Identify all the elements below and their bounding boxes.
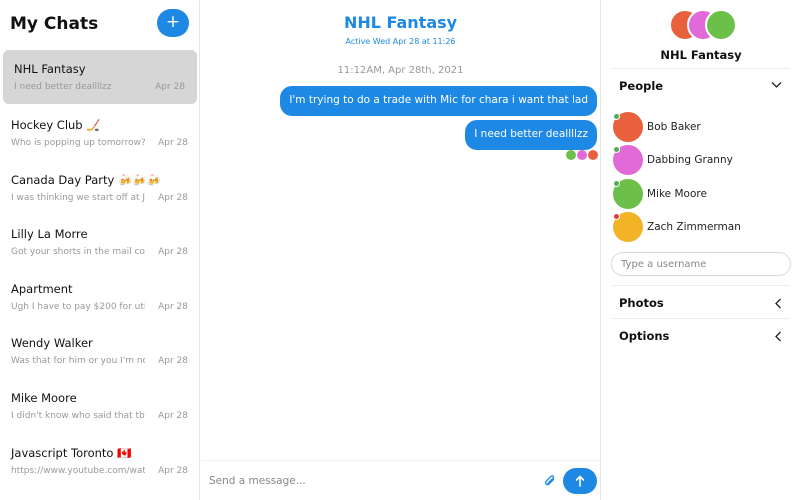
chat-name: Javascript Toronto 🇨🇦: [11, 445, 132, 460]
options-section: Options: [612, 318, 790, 352]
chat-sidebar: My Chats + NHL Fantasy I need better deal…: [0, 0, 200, 500]
photos-label: Photos: [619, 296, 664, 310]
chat-name: NHL Fantasy: [14, 62, 86, 76]
username-input[interactable]: [611, 252, 791, 276]
chat-date: Apr 28: [155, 82, 185, 92]
options-section-header[interactable]: Options: [612, 318, 790, 352]
read-receipt-avatar: [588, 150, 598, 160]
person-name: Mike Moore: [647, 187, 707, 200]
person-item[interactable]: Dabbing Granny: [601, 143, 800, 176]
chat-date: Apr 28: [158, 301, 188, 312]
chat-list: NHL Fantasy I need better deallllzz Apr 28…: [0, 50, 200, 486]
message-input[interactable]: [209, 467, 529, 495]
chat-title: NHL Fantasy: [343, 13, 458, 32]
chat-preview: I was thinking we start off at Jo: [11, 192, 145, 203]
read-receipt-avatar: [577, 150, 587, 160]
chat-name: Wendy Walker: [11, 336, 93, 351]
chat-name: Canada Day Party 🍻🍻🍻: [11, 172, 161, 187]
person-item[interactable]: Zach Zimmerman: [601, 210, 800, 243]
options-label: Options: [619, 329, 670, 343]
paperclip-icon[interactable]: [543, 473, 557, 489]
chat-list-item[interactable]: Hockey Club 🏒 Who is popping up tomorrow?…: [0, 104, 200, 159]
status-dot: [613, 113, 620, 120]
status-dot: [613, 179, 620, 187]
read-receipts: [566, 150, 598, 162]
person-item[interactable]: Bob Baker: [601, 110, 800, 143]
people-section: People: [612, 68, 790, 102]
send-button[interactable]: [563, 468, 597, 494]
chat-preview: Who is popping up tomorrow?: [11, 138, 145, 148]
chat-date: Apr 28: [158, 192, 188, 203]
message-composer: [201, 460, 600, 500]
person-item[interactable]: Mike Moore: [601, 177, 800, 210]
chat-main: NHL Fantasy Active Wed Apr 28 at 11:26 1…: [201, 0, 701, 500]
chat-list-item[interactable]: Mike Moore I didn't know who said that tb…: [0, 377, 200, 432]
new-chat-button[interactable]: +: [157, 9, 189, 37]
message-bubble[interactable]: I'm trying to do a trade with Mic for ch…: [280, 86, 597, 116]
chat-preview: Got your shorts in the mail con: [11, 247, 145, 258]
read-receipt-avatar: [566, 150, 576, 160]
chat-date: Apr 28: [158, 356, 188, 367]
message-timestamp: 11:12AM, Apr 28th, 2021: [337, 65, 464, 76]
chat-preview: I didn't know who said that tbh: [11, 410, 145, 421]
avatar: [705, 9, 737, 41]
chat-preview: Ugh I have to pay $200 for utili: [11, 301, 145, 312]
chevron-left-icon: [775, 298, 781, 309]
photos-section-header[interactable]: Photos: [612, 285, 790, 319]
status-dot: [613, 212, 620, 220]
sidebar-header: My Chats +: [0, 0, 200, 50]
chat-name: Apartment: [11, 281, 73, 296]
chat-date: Apr 28: [158, 247, 188, 258]
chat-date: Apr 28: [158, 410, 188, 421]
chat-list-item[interactable]: Lilly La Morre Got your shorts in the mai…: [0, 213, 200, 268]
person-name: Bob Baker: [647, 121, 701, 133]
chat-preview: I need better deallllzz: [14, 82, 112, 92]
sidebar-title: My Chats: [10, 14, 99, 34]
people-list: Bob Baker Dabbing Granny Mike Moore Zach Zi…: [601, 110, 800, 243]
chat-preview: https://www.youtube.com/watc: [11, 465, 145, 476]
chat-preview: Was that for him or you I'm not: [11, 356, 145, 367]
arrow-up-icon: [575, 475, 585, 487]
person-name: Zach Zimmerman: [647, 220, 741, 233]
chat-list-item[interactable]: Canada Day Party 🍻🍻🍻 I was thinking we st…: [0, 159, 200, 214]
people-label: People: [619, 79, 664, 93]
chat-list-item[interactable]: NHL Fantasy I need better deallllzz Apr 28: [3, 50, 197, 104]
people-section-header[interactable]: People: [612, 68, 790, 102]
chevron-down-icon: [771, 82, 782, 88]
chat-list-item[interactable]: Wendy Walker Was that for him or you I'm …: [0, 322, 200, 377]
chat-status: Active Wed Apr 28 at 11:26: [345, 37, 456, 46]
chat-details-panel: NHL Fantasy People Bob Baker Dabbing Gran…: [600, 0, 800, 500]
chat-name: Lilly La Morre: [11, 227, 88, 242]
chevron-left-icon: [775, 331, 781, 342]
group-avatar: [669, 9, 741, 41]
chat-name: Mike Moore: [11, 390, 77, 405]
person-name: Dabbing Granny: [647, 154, 733, 167]
chat-date: Apr 28: [158, 465, 188, 476]
photos-section: Photos: [612, 285, 790, 319]
chat-date: Apr 28: [158, 138, 188, 148]
chat-name: Hockey Club 🏒: [11, 118, 101, 132]
chat-list-item[interactable]: Apartment Ugh I have to pay $200 for util…: [0, 268, 200, 323]
chat-list-item[interactable]: Javascript Toronto 🇨🇦 https://www.youtube…: [0, 432, 200, 487]
group-name: NHL Fantasy: [660, 48, 742, 62]
message-bubble[interactable]: I need better deallllzz: [465, 120, 597, 150]
